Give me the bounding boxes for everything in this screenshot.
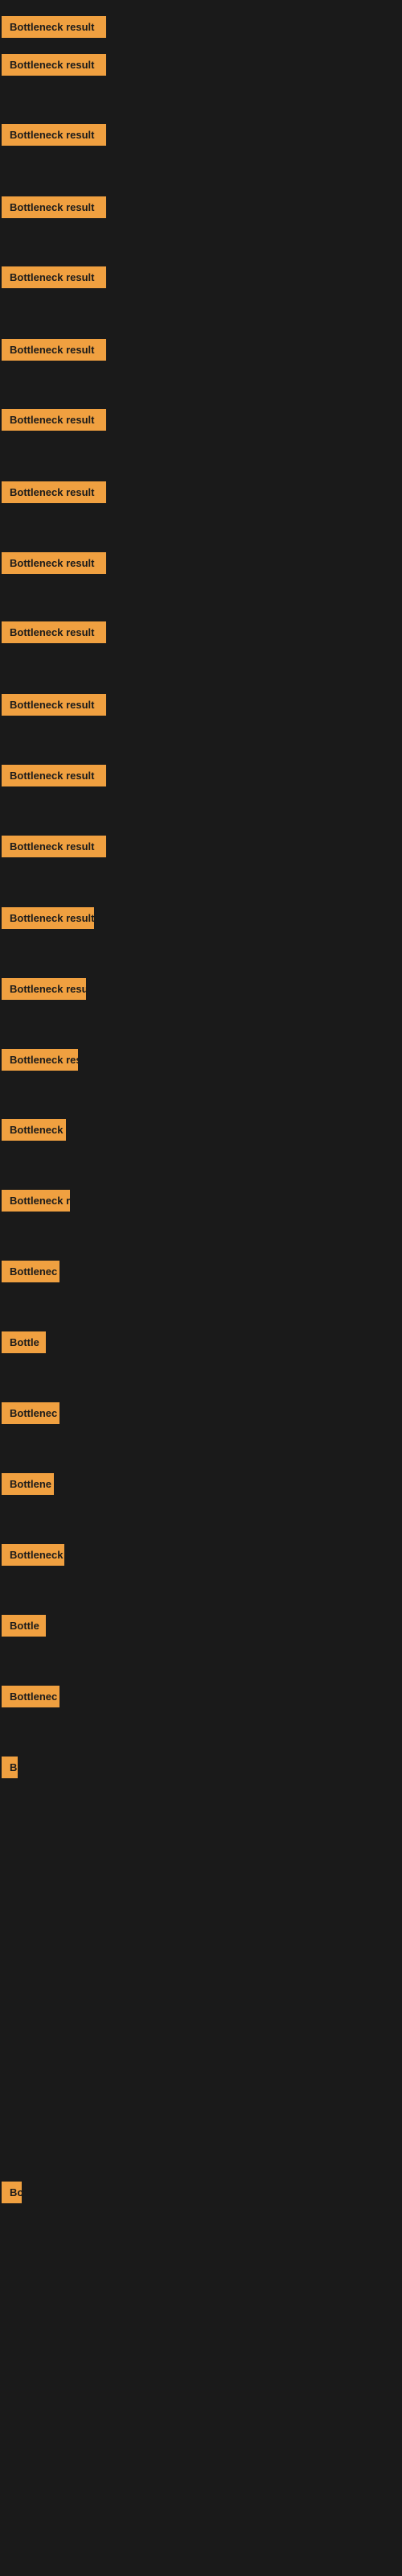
bottleneck-bar[interactable]: Bottleneck result bbox=[2, 339, 106, 361]
bottleneck-bar[interactable]: Bottlenec bbox=[2, 1686, 59, 1707]
bottleneck-bar[interactable]: Bottleneck r bbox=[2, 1544, 64, 1566]
bottleneck-bar[interactable]: Bottleneck result bbox=[2, 196, 106, 218]
bottleneck-bar[interactable]: Bottleneck bbox=[2, 1119, 66, 1141]
bottleneck-bar[interactable]: Bottle bbox=[2, 1331, 46, 1353]
bottleneck-row: Bottleneck result bbox=[2, 266, 106, 292]
bottleneck-row: Bottleneck result bbox=[2, 552, 106, 578]
bottleneck-row: Bottleneck result bbox=[2, 54, 106, 80]
bottleneck-bar[interactable]: Bottleneck result bbox=[2, 694, 106, 716]
bottleneck-row: Bottleneck result bbox=[2, 907, 94, 933]
bottleneck-bar[interactable]: Bottleneck result bbox=[2, 621, 106, 643]
bottleneck-bar[interactable]: Bottlenec bbox=[2, 1402, 59, 1424]
bottleneck-bar[interactable]: Bottleneck result bbox=[2, 836, 106, 857]
bottleneck-row: Bottleneck result bbox=[2, 16, 106, 42]
bottleneck-row: Bottleneck result bbox=[2, 124, 106, 150]
bottleneck-bar[interactable]: Bottlene bbox=[2, 1473, 54, 1495]
bottleneck-row: Bottlenec bbox=[2, 1402, 59, 1428]
bottleneck-row: Bottleneck result bbox=[2, 978, 86, 1004]
bottleneck-row: Bottleneck bbox=[2, 1119, 66, 1145]
bottleneck-bar[interactable]: Bottleneck result bbox=[2, 552, 106, 574]
bottleneck-row: Bottleneck res bbox=[2, 1190, 70, 1216]
bottleneck-bar[interactable]: Bottle bbox=[2, 1615, 46, 1637]
bottleneck-bar[interactable]: Bottleneck result bbox=[2, 266, 106, 288]
site-title bbox=[0, 0, 402, 16]
bottleneck-row: Bottle bbox=[2, 1331, 46, 1357]
bottleneck-row: Bottleneck result bbox=[2, 765, 106, 791]
bottleneck-row: Bottleneck r bbox=[2, 1544, 64, 1570]
bottleneck-row: Bottlene bbox=[2, 1473, 54, 1499]
bottleneck-row: Bottleneck result bbox=[2, 409, 106, 435]
bottleneck-bar[interactable]: Bottleneck result bbox=[2, 16, 106, 38]
bottleneck-bar[interactable]: B bbox=[2, 1757, 18, 1778]
bottleneck-bar[interactable]: Bottleneck result bbox=[2, 124, 106, 146]
bottleneck-row: Bottleneck result bbox=[2, 694, 106, 720]
bottleneck-bar[interactable]: Bottleneck result bbox=[2, 54, 106, 76]
bottleneck-bar[interactable]: Bottleneck res bbox=[2, 1190, 70, 1212]
bottleneck-row: B bbox=[2, 1757, 18, 1782]
bottleneck-row: Bottlenec bbox=[2, 1261, 59, 1286]
bottleneck-row: Bottleneck result bbox=[2, 196, 106, 222]
bottleneck-row: Bottlenec bbox=[2, 1686, 59, 1711]
bottleneck-row: Bottleneck result bbox=[2, 621, 106, 647]
bottleneck-row: Bo bbox=[2, 2182, 22, 2207]
bottleneck-row: Bottleneck result bbox=[2, 339, 106, 365]
bottleneck-row: Bottle bbox=[2, 1615, 46, 1641]
bottleneck-bar[interactable]: Bottlenec bbox=[2, 1261, 59, 1282]
bottleneck-row: Bottleneck result bbox=[2, 836, 106, 861]
bottleneck-bar[interactable]: Bottleneck result bbox=[2, 481, 106, 503]
bottleneck-bar[interactable]: Bottleneck result bbox=[2, 409, 106, 431]
bottleneck-bar[interactable]: Bottleneck result bbox=[2, 765, 106, 786]
bottleneck-bar[interactable]: Bottleneck result bbox=[2, 978, 86, 1000]
bottleneck-row: Bottleneck result bbox=[2, 481, 106, 507]
bottleneck-bar[interactable]: Bottleneck result bbox=[2, 907, 94, 929]
bottleneck-bar[interactable]: Bo bbox=[2, 2182, 22, 2203]
bottleneck-bar[interactable]: Bottleneck resu bbox=[2, 1049, 78, 1071]
bottleneck-row: Bottleneck resu bbox=[2, 1049, 78, 1075]
